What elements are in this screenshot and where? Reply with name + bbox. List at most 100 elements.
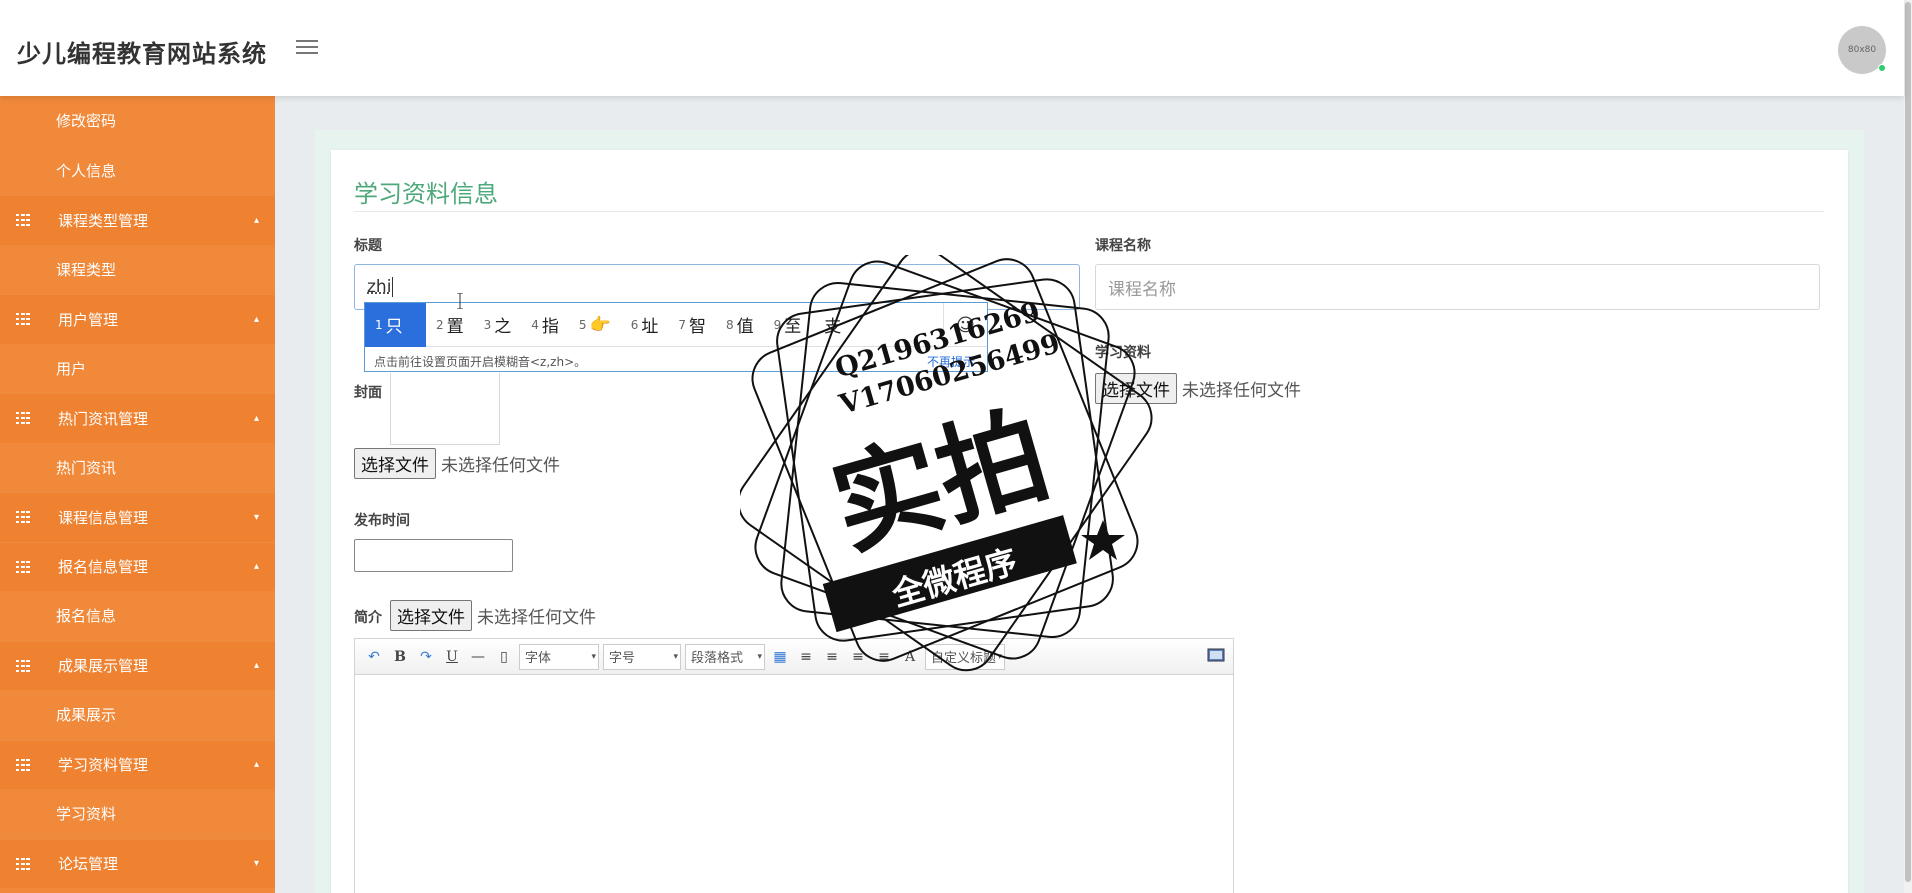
- horizontal-rule-icon[interactable]: —: [467, 646, 489, 668]
- text-caret: [392, 277, 393, 297]
- material-file-row: 选择文件 未选择任何文件: [1095, 373, 1301, 404]
- fullscreen-icon[interactable]: [1207, 647, 1225, 665]
- ime-candidate[interactable]: 支: [811, 303, 851, 347]
- emoji-icon[interactable]: ☺: [943, 303, 987, 347]
- ime-candidate-number: 7: [678, 318, 686, 332]
- rich-text-editor[interactable]: ↶ B ↷ U — ▯ 字体 ▾ 字号 ▾ 段落格式 ▾ ▦ ≡ ≡ ≡ ≡ A 自定…: [354, 638, 1234, 893]
- site-brand: 少儿编程教育网站系统: [17, 34, 267, 69]
- material-file-button[interactable]: 选择文件: [1095, 373, 1177, 404]
- sidebar-item-10[interactable]: 报名信息: [0, 591, 275, 641]
- font-size-value: 字号: [609, 647, 635, 666]
- font-color-icon[interactable]: A: [899, 646, 921, 668]
- font-size-select[interactable]: 字号 ▾: [603, 644, 681, 670]
- align-justify-icon[interactable]: ≡: [873, 646, 895, 668]
- intro-label: 简介: [354, 607, 382, 627]
- ime-candidate[interactable]: 9至: [764, 303, 812, 347]
- title-input-value: zhi: [367, 277, 391, 297]
- ime-candidate-char: 值: [737, 312, 754, 337]
- undo-icon[interactable]: ↶: [363, 646, 385, 668]
- font-family-select[interactable]: 字体 ▾: [519, 644, 599, 670]
- course-name-label: 课程名称: [1095, 235, 1151, 255]
- scrollbar-thumb[interactable]: [1905, 2, 1911, 882]
- grid-menu-icon: [16, 561, 30, 573]
- ime-candidate-number: 6: [631, 318, 639, 332]
- sidebar-group-label: 热门资讯管理: [58, 408, 148, 429]
- material-file-status: 未选择任何文件: [1182, 376, 1301, 401]
- sidebar-group-8[interactable]: 课程信息管理 ▾: [0, 492, 275, 542]
- sidebar-item-5[interactable]: 用户: [0, 344, 275, 394]
- grid-menu-icon: [16, 759, 30, 771]
- ime-candidate-number: 5: [579, 318, 587, 332]
- text-cursor-icon: [457, 293, 463, 309]
- ime-hint: 点击前往设置页面开启模糊音<z,zh>。: [374, 353, 586, 370]
- cover-preview: [390, 373, 500, 445]
- ime-candidates: 1 只 2 置 3 之 4 指 5 👉 6 址 7 智 8 值 9 至支: [365, 303, 987, 347]
- grid-menu-icon: [16, 214, 30, 226]
- sidebar-group-label: 报名信息管理: [58, 556, 148, 577]
- font-caret-icon: ▾: [591, 652, 596, 662]
- ime-candidate[interactable]: 4指: [521, 303, 569, 347]
- para-caret-icon: ▾: [757, 652, 762, 662]
- ime-candidate[interactable]: 7智: [668, 303, 716, 347]
- ime-candidate[interactable]: 3之: [474, 303, 522, 347]
- course-name-input[interactable]: 课程名称: [1095, 264, 1820, 310]
- document-icon[interactable]: ▯: [493, 646, 515, 668]
- page-scrollbar[interactable]: [1904, 0, 1912, 893]
- title-label: 标题: [354, 235, 382, 255]
- chevron-icon: ▾: [254, 512, 259, 523]
- cover-file-status: 未选择任何文件: [441, 451, 560, 476]
- ime-candidate-char: 至: [784, 312, 801, 337]
- publish-time-input[interactable]: [354, 539, 513, 572]
- align-center-icon[interactable]: ≡: [847, 646, 869, 668]
- top-header: 少儿编程教育网站系统 80x80: [0, 0, 1904, 96]
- intro-file-status: 未选择任何文件: [477, 603, 596, 628]
- sidebar-item-12[interactable]: 成果展示: [0, 690, 275, 740]
- chevron-icon: ▴: [254, 561, 259, 572]
- intro-file-button[interactable]: 选择文件: [390, 600, 472, 631]
- cover-label: 封面: [354, 382, 382, 402]
- online-status-icon: [1878, 64, 1886, 72]
- avatar[interactable]: 80x80: [1838, 26, 1886, 74]
- ime-candidate[interactable]: 6址: [621, 303, 669, 347]
- sidebar-group-13[interactable]: 学习资料管理 ▴: [0, 740, 275, 790]
- ime-dismiss-link[interactable]: 不再提示: [927, 353, 975, 370]
- sidebar-group-9[interactable]: 报名信息管理 ▴: [0, 542, 275, 592]
- sidebar-item-1[interactable]: 个人信息: [0, 146, 275, 196]
- ime-candidate-number: 1: [375, 318, 383, 332]
- ime-candidate[interactable]: 5 👉: [569, 303, 621, 347]
- custom-heading-select[interactable]: 自定义标题 ▾: [925, 644, 1005, 670]
- table-icon[interactable]: ▦: [769, 646, 791, 668]
- redo-icon[interactable]: ↷: [415, 646, 437, 668]
- editor-toolbar: ↶ B ↷ U — ▯ 字体 ▾ 字号 ▾ 段落格式 ▾ ▦ ≡ ≡ ≡ ≡ A 自定…: [355, 639, 1233, 675]
- cover-file-button[interactable]: 选择文件: [354, 448, 436, 479]
- ime-candidate-char: 支: [824, 312, 841, 337]
- underline-icon[interactable]: U: [441, 646, 463, 668]
- bold-icon[interactable]: B: [389, 646, 411, 668]
- ime-candidate-number: 9: [774, 318, 782, 332]
- sidebar-item-7[interactable]: 热门资讯: [0, 443, 275, 493]
- ime-candidate[interactable]: 8值: [716, 303, 764, 347]
- ime-candidate[interactable]: 2置: [426, 303, 474, 347]
- chevron-icon: ▴: [254, 413, 259, 424]
- sidebar-group-4[interactable]: 用户管理 ▴: [0, 294, 275, 344]
- sidebar-item-0[interactable]: 修改密码: [0, 96, 275, 146]
- sidebar-group-2[interactable]: 课程类型管理 ▴: [0, 195, 275, 245]
- sidebar-item-14[interactable]: 学习资料: [0, 789, 275, 839]
- ime-candidate-number: 8: [726, 318, 734, 332]
- sidebar: 修改密码 个人信息 课程类型管理 ▴ 课程类型 用户管理 ▴ 用户 热门资讯管理 ▴ 热门资讯 课程信…: [0, 96, 275, 893]
- font-family-value: 字体: [525, 647, 551, 666]
- paragraph-format-value: 段落格式: [691, 647, 743, 666]
- sidebar-group-6[interactable]: 热门资讯管理 ▴: [0, 393, 275, 443]
- chevron-icon: ▴: [254, 759, 259, 770]
- sidebar-group-15[interactable]: 论坛管理 ▾: [0, 839, 275, 889]
- ime-candidate[interactable]: 1只: [365, 303, 426, 347]
- sidebar-item-3[interactable]: 课程类型: [0, 245, 275, 295]
- align-left-icon[interactable]: ≡: [795, 646, 817, 668]
- menu-toggle-icon[interactable]: [296, 40, 318, 58]
- sidebar-group-11[interactable]: 成果展示管理 ▴: [0, 641, 275, 691]
- paragraph-format-select[interactable]: 段落格式 ▾: [685, 644, 765, 670]
- sidebar-group-label: 学习资料管理: [58, 754, 148, 775]
- sidebar-group-label: 用户管理: [58, 309, 118, 330]
- cover-file-row: 选择文件 未选择任何文件: [354, 448, 560, 479]
- align-right-icon[interactable]: ≡: [821, 646, 843, 668]
